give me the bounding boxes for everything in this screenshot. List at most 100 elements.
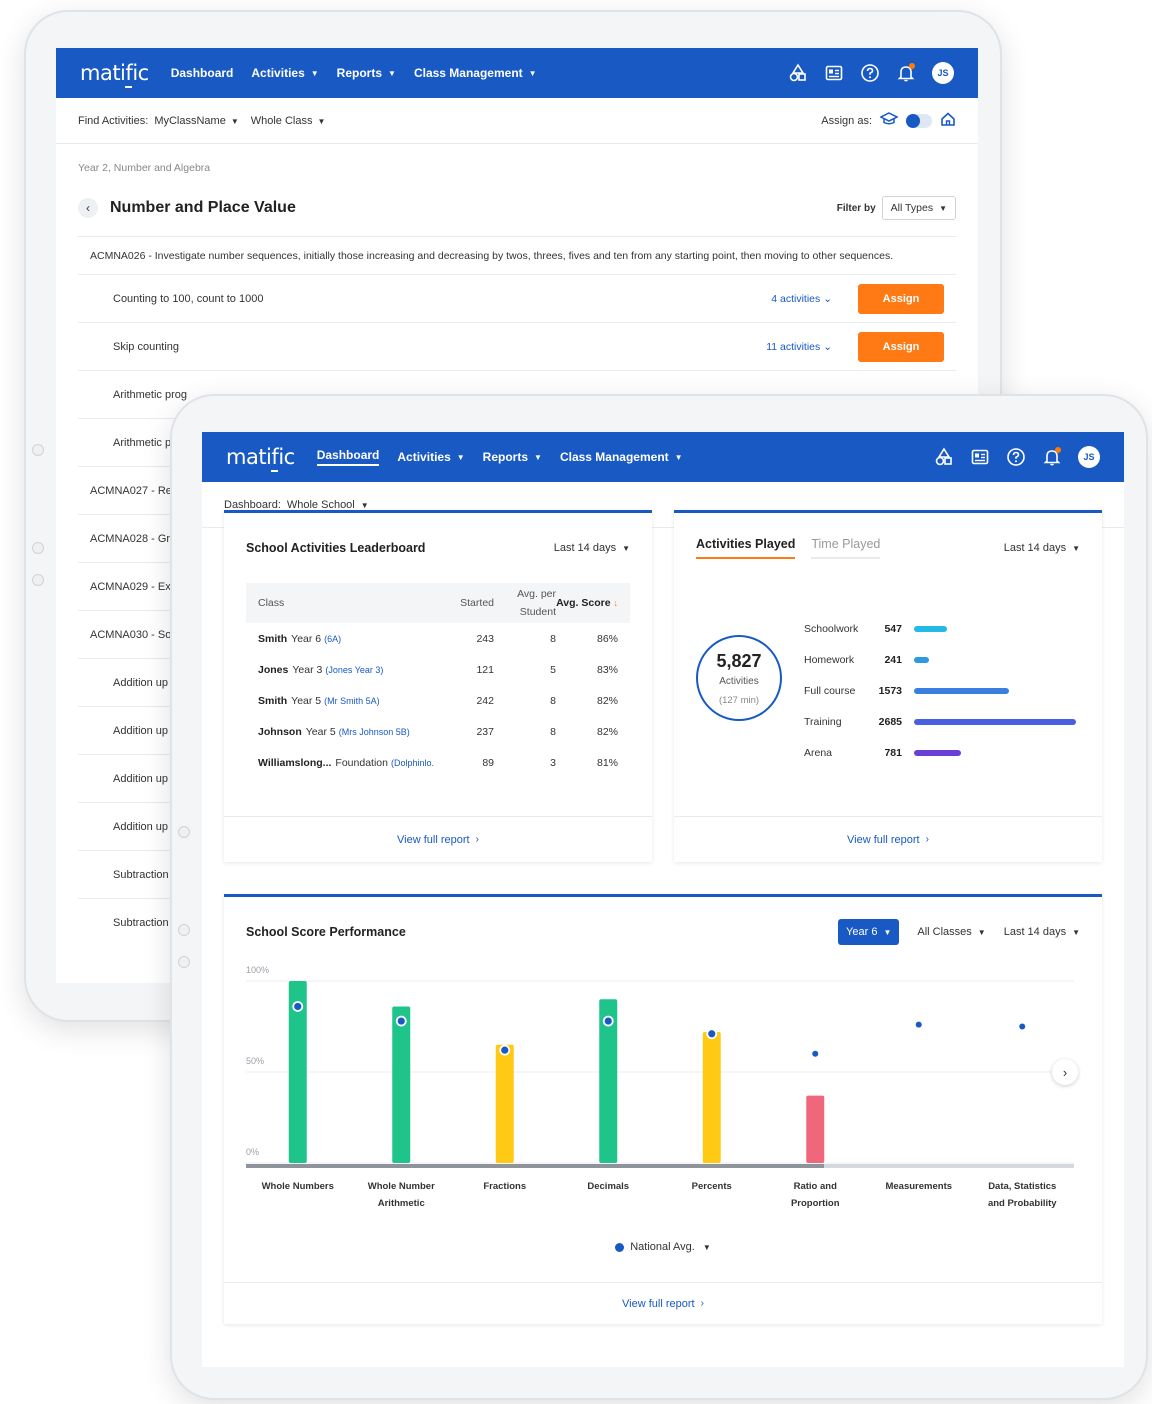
- class-year: Year 5: [291, 694, 322, 707]
- footer-link-label: View full report: [622, 1297, 695, 1310]
- leaderboard-table-header: Class Started Avg. per Student Avg. Scor…: [246, 583, 630, 623]
- nav-dashboard[interactable]: Dashboard: [316, 448, 380, 466]
- activity-row[interactable]: Counting to 100, count to 1000 4 activiti…: [78, 274, 956, 322]
- matific-logo[interactable]: matific: [226, 445, 295, 472]
- range-value: Last 14 days: [1003, 926, 1067, 938]
- teacher-name: Johnson: [258, 725, 302, 738]
- bell-icon[interactable]: [896, 63, 916, 83]
- assign-mode-toggle[interactable]: [906, 113, 932, 128]
- matific-logo[interactable]: matific: [80, 61, 149, 88]
- tab-activities-played[interactable]: Activities Played: [696, 537, 796, 559]
- activity-row[interactable]: Skip counting 11 activities ⌄ Assign: [78, 322, 956, 370]
- type-filter-select[interactable]: All Types ▼: [881, 196, 956, 220]
- activity-row-label: Skip counting: [113, 340, 180, 353]
- id-card-icon[interactable]: [970, 447, 990, 467]
- nav-dashboard[interactable]: Dashboard: [171, 66, 234, 80]
- class-name: (Mrs Johnson 5B): [338, 726, 410, 737]
- avatar[interactable]: JS: [1078, 446, 1100, 468]
- performance-range-select[interactable]: Last 14 days ▼: [1004, 926, 1080, 938]
- shapes-icon[interactable]: [934, 447, 954, 467]
- caret-down-icon: ▼: [939, 203, 947, 213]
- nav-class-management[interactable]: Class Management ▼: [560, 450, 683, 464]
- activity-type-bar: [914, 626, 947, 632]
- activity-type-row: Arena 781: [804, 743, 961, 763]
- assign-button[interactable]: Assign: [858, 283, 944, 314]
- caret-down-icon: ▼: [534, 452, 542, 462]
- assign-as-label: Assign as:: [821, 114, 872, 127]
- chart-legend[interactable]: National Avg. ▼: [224, 1241, 1102, 1253]
- caret-down-icon: ▼: [1072, 928, 1080, 937]
- col-avg-score-label: Avg. Score: [556, 597, 611, 609]
- legend-dot: [615, 1242, 625, 1252]
- activity-type-bar: [914, 688, 1009, 694]
- nav-label: Dashboard: [170, 66, 234, 80]
- id-card-icon[interactable]: [824, 63, 844, 83]
- activity-row-label: ACMNA028 - Grou: [90, 532, 183, 545]
- caret-down-icon: ▼: [317, 116, 326, 126]
- activities-count-link[interactable]: 11 activities ⌄: [766, 341, 832, 353]
- avatar[interactable]: JS: [932, 62, 954, 84]
- activities-count-label: 11 activities: [766, 340, 821, 353]
- shapes-icon[interactable]: [788, 63, 808, 83]
- table-row[interactable]: Smith Year 6 (6A) 243 8 86%: [246, 623, 630, 654]
- standard-description: ACMNA026 - Investigate number sequences,…: [78, 236, 956, 274]
- col-avg-score[interactable]: Avg. Score ↓: [556, 594, 618, 612]
- group-select[interactable]: Whole Class ▼: [251, 115, 338, 127]
- activity-row-label: Counting to 100, count to 1000: [113, 292, 264, 305]
- avg-score-cell: 83%: [596, 663, 618, 676]
- activity-type-label: Homework: [804, 654, 855, 666]
- leaderboard-title: School Activities Leaderboard: [246, 541, 426, 555]
- tab-time-played[interactable]: Time Played: [811, 537, 881, 559]
- leaderboard-range-select[interactable]: Last 14 days ▼: [554, 542, 630, 554]
- assign-button[interactable]: Assign: [858, 331, 944, 362]
- activities-count-link[interactable]: 4 activities ⌄: [771, 293, 832, 305]
- total-activities-label: Activities: [719, 675, 759, 687]
- help-icon[interactable]: [860, 63, 880, 83]
- back-button[interactable]: ‹: [78, 198, 98, 218]
- col-started[interactable]: Started: [434, 597, 494, 609]
- caret-down-icon: ▼: [388, 68, 396, 78]
- table-row[interactable]: Jones Year 3 (Jones Year 3) 121 5 83%: [246, 654, 630, 685]
- nav-reports[interactable]: Reports ▼: [483, 450, 542, 464]
- nav-activities[interactable]: Activities ▼: [397, 450, 464, 464]
- chart-next-button[interactable]: ›: [1052, 1059, 1078, 1085]
- national-avg-point: [395, 1015, 407, 1027]
- nav-activities[interactable]: Activities ▼: [251, 66, 318, 80]
- teacher-name: Smith: [258, 694, 288, 707]
- activities-tabs: Activities Played Time Played: [696, 537, 881, 559]
- classes-select[interactable]: All Classes ▼: [917, 926, 985, 938]
- caret-down-icon: ▼: [702, 1242, 711, 1252]
- teacher-name: Jones: [258, 663, 289, 676]
- leaderboard-card: School Activities Leaderboard Last 14 da…: [224, 510, 652, 862]
- score-bar: [392, 1006, 411, 1163]
- table-row[interactable]: Williamslong...Foundation(Dolphinlo...) 8…: [246, 747, 630, 778]
- leaderboard-view-full-report[interactable]: View full report ›: [224, 816, 652, 862]
- avg-per-student-cell: 8: [550, 694, 556, 707]
- activities-view-full-report[interactable]: View full report ›: [674, 816, 1102, 862]
- toggle-knob: [906, 113, 920, 128]
- table-row[interactable]: Johnson Year 5 (Mrs Johnson 5B) 237 8 82%: [246, 716, 630, 747]
- score-bar: [495, 1044, 514, 1163]
- class-year: Year 5: [305, 725, 336, 738]
- class-select[interactable]: MyClassName ▼: [154, 115, 250, 127]
- nav-reports[interactable]: Reports ▼: [337, 66, 396, 80]
- tablet-side-button: [32, 444, 44, 456]
- scope-select-value: Whole School: [286, 498, 355, 511]
- scope-select[interactable]: Whole School ▼: [287, 499, 369, 511]
- table-row[interactable]: Smith Year 5 (Mr Smith 5A) 242 8 82%: [246, 685, 630, 716]
- caret-down-icon: ▼: [674, 452, 683, 462]
- national-avg-point: [812, 1050, 819, 1057]
- national-avg-point: [292, 1001, 304, 1012]
- started-cell: 237: [476, 725, 494, 738]
- category-label: Whole Numbers: [262, 1181, 334, 1192]
- performance-view-full-report[interactable]: View full report ›: [224, 1282, 1102, 1324]
- class-cell: Johnson Year 5 (Mrs Johnson 5B): [258, 726, 434, 738]
- col-avg-per-student[interactable]: Avg. per Student: [494, 585, 556, 621]
- started-cell: 89: [482, 756, 494, 769]
- col-class[interactable]: Class: [258, 597, 434, 609]
- nav-class-management[interactable]: Class Management ▼: [414, 66, 537, 80]
- help-icon[interactable]: [1006, 447, 1026, 467]
- activities-range-select[interactable]: Last 14 days ▼: [1004, 542, 1080, 554]
- bell-icon[interactable]: [1042, 447, 1062, 467]
- year-select[interactable]: Year 6 ▼: [838, 919, 900, 945]
